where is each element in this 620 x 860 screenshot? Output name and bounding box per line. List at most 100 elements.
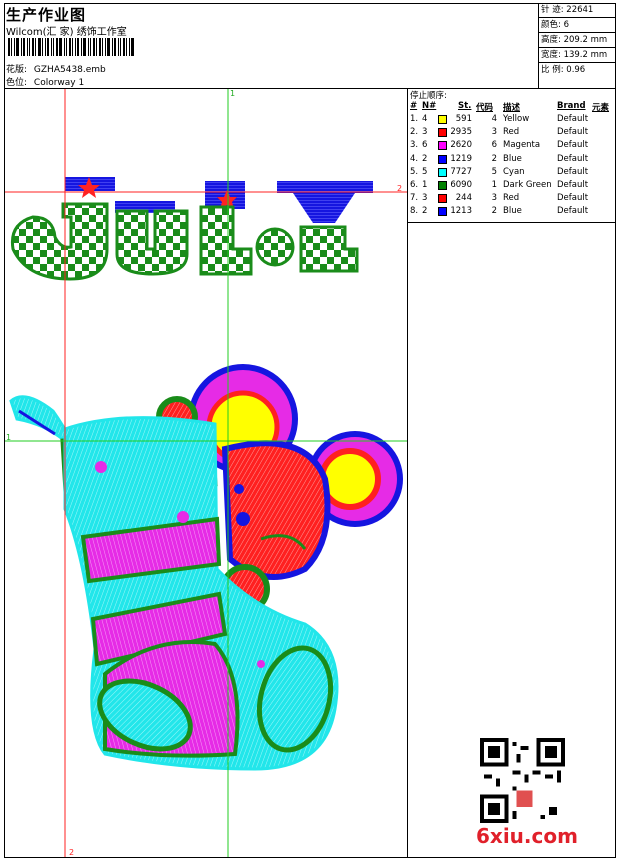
row-index: 5. xyxy=(410,166,419,177)
row-code: 3 xyxy=(491,193,497,204)
stat-colors: 颜色: 6 xyxy=(539,18,616,33)
color-swatch xyxy=(438,141,447,151)
barcode-bar xyxy=(47,38,49,56)
stat-scale: 比 例: 0.96 xyxy=(541,65,586,75)
table-row: 1. 4 591 4 Yellow Default xyxy=(408,114,616,127)
color-swatch xyxy=(438,154,447,164)
row-code: 5 xyxy=(491,166,497,177)
col-needle: N# xyxy=(422,101,437,111)
row-index: 1. xyxy=(410,114,419,124)
barcode-bar xyxy=(96,38,97,56)
row-desc: Magenta xyxy=(503,140,541,151)
row-code: 2 xyxy=(491,153,497,164)
row-desc: Blue xyxy=(503,153,522,164)
stat-width: 宽度: 139.2 mm xyxy=(539,48,616,63)
barcode-bar xyxy=(81,38,82,56)
col-desc: 描述 xyxy=(503,103,521,113)
barcode-bar xyxy=(90,38,91,56)
barcode-bar xyxy=(75,38,76,56)
guide-label-v2: 2 xyxy=(69,848,74,857)
row-desc: Dark Green xyxy=(503,180,552,190)
row-brand: Default xyxy=(557,127,589,138)
barcode-bar xyxy=(56,38,58,56)
guide-label-v1: 1 xyxy=(230,89,235,98)
row-needle: 2 xyxy=(422,206,428,217)
watermark: 6xiu.com xyxy=(476,824,578,848)
row-brand: Default xyxy=(557,153,589,164)
color-swatch xyxy=(438,115,447,124)
row-needle: 2 xyxy=(422,153,428,164)
stop-sequence-label: 停止顺序: xyxy=(410,91,447,101)
row-index: 3. xyxy=(410,140,419,151)
barcode-bar xyxy=(88,38,89,56)
row-index: 4. xyxy=(410,153,419,164)
design-file-line: 花版: GZHA5438.emb xyxy=(6,62,106,75)
color-swatch xyxy=(438,181,447,190)
row-needle: 3 xyxy=(422,193,428,204)
row-index: 7. xyxy=(410,193,419,204)
row-desc: Yellow xyxy=(503,114,530,124)
barcode-bar xyxy=(8,38,10,56)
row-needle: 4 xyxy=(422,114,428,124)
table-row: 2. 3 2935 3 Red Default xyxy=(408,127,616,140)
row-code: 1 xyxy=(491,180,497,190)
row-brand: Default xyxy=(557,206,589,217)
barcode-bar xyxy=(38,38,41,56)
barcode-bar xyxy=(53,38,54,56)
row-index: 6. xyxy=(410,180,419,190)
barcode-bar xyxy=(66,38,67,56)
color-swatch xyxy=(438,207,447,217)
barcode-bar xyxy=(123,38,125,56)
barcode-bar xyxy=(126,38,127,56)
barcode-bar xyxy=(77,38,79,56)
row-code: 6 xyxy=(491,140,497,151)
guide-label-h1: 1 xyxy=(6,433,11,442)
table-row: 4. 2 1219 2 Blue Default xyxy=(408,154,616,167)
barcode-bar xyxy=(27,38,28,56)
stat-stitches: 针 迹: 22641 xyxy=(539,3,616,18)
colorway-line: 色位: Colorway 1 xyxy=(6,75,84,88)
barcode-bar xyxy=(11,38,12,56)
barcode-bar xyxy=(72,38,73,56)
guide-label-h2: 2 xyxy=(397,184,402,193)
table-row: 5. 5 7727 5 Cyan Default xyxy=(408,167,616,180)
barcode xyxy=(8,38,150,56)
row-index: 2. xyxy=(410,127,419,138)
table-row: 6. 1 6090 1 Dark Green Default xyxy=(408,180,616,193)
barcode-bar xyxy=(131,38,134,56)
barcode-bar xyxy=(69,38,71,56)
table-row: 8. 2 1213 2 Blue Default xyxy=(408,206,616,219)
barcode-bar xyxy=(93,38,95,56)
col-element: 元素 xyxy=(592,103,610,113)
row-stitches: 6090 xyxy=(450,180,472,190)
row-code: 2 xyxy=(491,206,497,217)
row-desc: Blue xyxy=(503,206,522,217)
barcode-bar xyxy=(118,38,119,56)
col-index: # xyxy=(410,101,418,111)
row-code: 4 xyxy=(491,114,497,124)
stop-sequence-table: 停止顺序: # N# St. 代码 描述 Brand 元素 1. 4 591 4 Yel… xyxy=(408,88,616,223)
barcode-bar xyxy=(102,38,103,56)
qr-code xyxy=(480,738,565,823)
stats-panel: 针 迹: 22641 颜色: 6 高度: 209.2 mm 宽度: 139.2 … xyxy=(538,3,616,88)
barcode-bar xyxy=(59,38,62,56)
col-stitches: St. xyxy=(458,101,472,111)
row-desc: Red xyxy=(503,127,520,138)
row-index: 8. xyxy=(410,206,419,217)
barcode-bar xyxy=(23,38,25,56)
row-needle: 1 xyxy=(422,180,428,190)
row-desc: Cyan xyxy=(503,166,525,177)
barcode-bar xyxy=(21,38,22,56)
table-row: 3. 6 2620 6 Magenta Default xyxy=(408,140,616,153)
row-brand: Default xyxy=(557,114,589,124)
page-title: 生产作业图 xyxy=(6,6,87,24)
barcode-bar xyxy=(120,38,121,56)
barcode-bar xyxy=(114,38,116,56)
row-brand: Default xyxy=(557,193,589,204)
row-stitches: 591 xyxy=(455,114,472,124)
barcode-bar xyxy=(64,38,65,56)
col-code: 代码 xyxy=(476,103,494,113)
barcode-bar xyxy=(51,38,52,56)
barcode-bar xyxy=(35,38,36,56)
row-code: 3 xyxy=(491,127,497,138)
